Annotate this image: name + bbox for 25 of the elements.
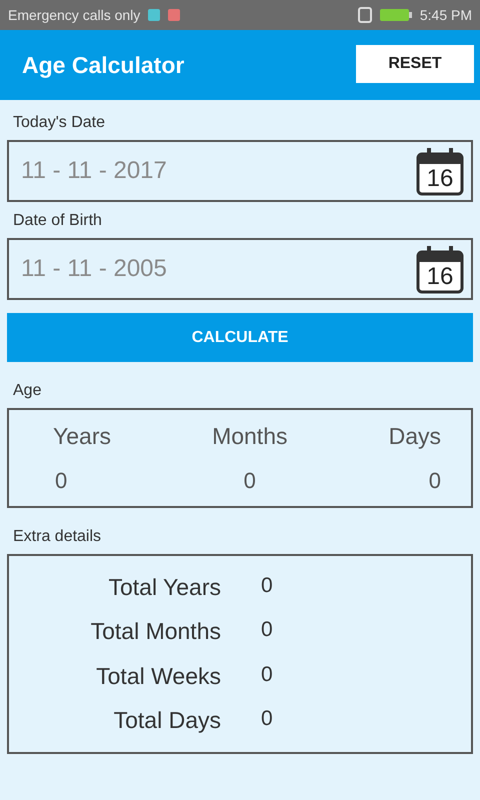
detail-name: Total Months xyxy=(90,618,221,646)
field-label: Today's Date xyxy=(13,114,106,132)
battery-icon xyxy=(380,8,412,22)
detail-name: Total Years xyxy=(107,574,221,601)
column-heading: Months xyxy=(212,422,288,450)
carrier-text: Emergency calls only xyxy=(8,7,140,23)
detail-name: Total Weeks xyxy=(95,662,221,690)
age-value: 0 xyxy=(244,468,256,494)
reset-button[interactable]: RESET xyxy=(356,45,474,83)
clock-text: 5:45 PM xyxy=(420,7,472,23)
detail-value: 0 xyxy=(261,574,274,599)
column-heading: Years xyxy=(53,422,111,450)
section-label: Age xyxy=(13,382,42,400)
age-value: 0 xyxy=(428,468,441,494)
detail-value: 0 xyxy=(261,618,274,644)
section-label: Extra details xyxy=(13,528,102,546)
date-field[interactable]: 11 - 11 - 2017 16 xyxy=(7,140,473,202)
field-label: Date of Birth xyxy=(13,212,103,230)
detail-value: 0 xyxy=(261,662,274,688)
date-field[interactable]: 11 - 11 - 2005 16 xyxy=(7,238,473,300)
detail-name: Total Days xyxy=(112,707,221,734)
app-title: Age Calculator xyxy=(22,52,184,78)
column-heading: Days xyxy=(388,422,441,450)
detail-value: 0 xyxy=(261,707,274,732)
age-value: 0 xyxy=(55,468,68,494)
